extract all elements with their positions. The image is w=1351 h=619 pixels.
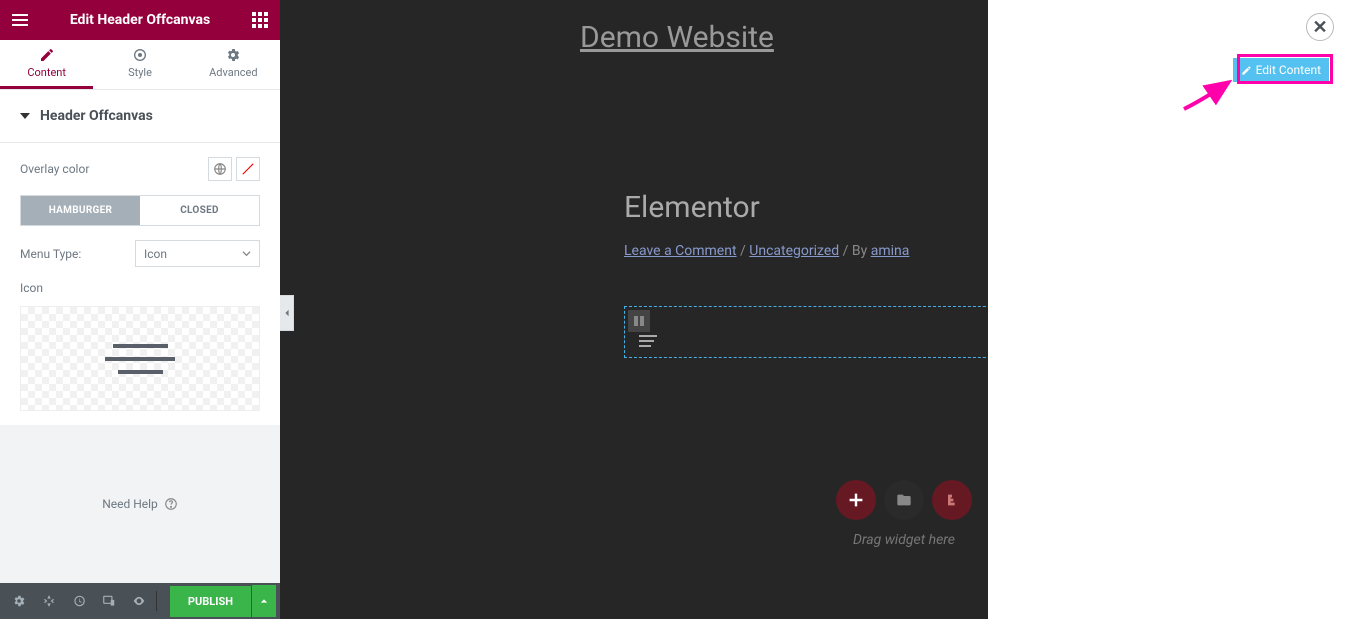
- edit-content-button[interactable]: Edit Content: [1233, 58, 1329, 82]
- offcanvas-panel: ✕ Edit Content: [988, 0, 1351, 619]
- gear-icon: [225, 47, 241, 63]
- hamburger-preview-icon: [105, 344, 175, 374]
- help-icon: [164, 497, 178, 511]
- global-color-button[interactable]: [208, 157, 232, 181]
- meta-category[interactable]: Uncategorized: [749, 243, 839, 259]
- icon-label: Icon: [20, 281, 43, 295]
- help-label[interactable]: Need Help: [102, 497, 158, 511]
- switch-hamburger[interactable]: HAMBURGER: [21, 196, 140, 225]
- section-title: Header Offcanvas: [40, 108, 153, 124]
- section-head[interactable]: Header Offcanvas: [0, 90, 280, 143]
- apps-icon[interactable]: [250, 10, 270, 30]
- settings-icon[interactable]: [4, 583, 34, 619]
- meta-comment[interactable]: Leave a Comment: [624, 243, 737, 259]
- meta-author[interactable]: amina: [871, 243, 910, 259]
- responsive-icon[interactable]: [94, 583, 124, 619]
- history-icon[interactable]: [64, 583, 94, 619]
- tab-advanced-label: Advanced: [209, 66, 257, 79]
- publish-button[interactable]: PUBLISH: [170, 586, 251, 617]
- annotation-arrow: [1179, 74, 1239, 114]
- tab-advanced[interactable]: Advanced: [187, 40, 280, 89]
- pencil-icon: [1241, 65, 1252, 76]
- navigator-icon[interactable]: [34, 583, 64, 619]
- color-picker-button[interactable]: [236, 157, 260, 181]
- menu-type-label: Menu Type:: [20, 247, 81, 261]
- edit-content-label: Edit Content: [1256, 63, 1321, 77]
- chevron-down-icon: [242, 249, 251, 258]
- tab-content[interactable]: Content: [0, 40, 93, 89]
- tab-style-label: Style: [128, 66, 152, 79]
- tab-content-label: Content: [27, 66, 66, 79]
- switch-closed[interactable]: CLOSED: [140, 196, 259, 225]
- caret-down-icon: [20, 111, 30, 121]
- add-widget-button[interactable]: [836, 480, 876, 520]
- template-button[interactable]: [884, 480, 924, 520]
- icon-preview[interactable]: [20, 306, 260, 411]
- sidebar-toggle[interactable]: [280, 295, 294, 331]
- menu-type-value: Icon: [144, 247, 167, 261]
- publish-dropdown[interactable]: [252, 585, 276, 617]
- widget-hamburger-icon[interactable]: [639, 335, 657, 350]
- menu-icon[interactable]: [10, 10, 30, 30]
- panel-title: Edit Header Offcanvas: [70, 12, 210, 28]
- column-icon[interactable]: [628, 310, 650, 332]
- no-color-icon: [241, 162, 255, 176]
- overlay-color-label: Overlay color: [20, 162, 89, 176]
- hamburger-closed-switch[interactable]: HAMBURGER CLOSED: [20, 195, 260, 226]
- menu-type-select[interactable]: Icon: [135, 240, 260, 267]
- ekit-button[interactable]: [932, 480, 972, 520]
- style-icon: [132, 47, 148, 63]
- close-button[interactable]: ✕: [1306, 13, 1334, 41]
- preview-icon[interactable]: [124, 583, 154, 619]
- pencil-icon: [39, 47, 55, 63]
- tab-style[interactable]: Style: [93, 40, 186, 89]
- globe-icon: [213, 162, 227, 176]
